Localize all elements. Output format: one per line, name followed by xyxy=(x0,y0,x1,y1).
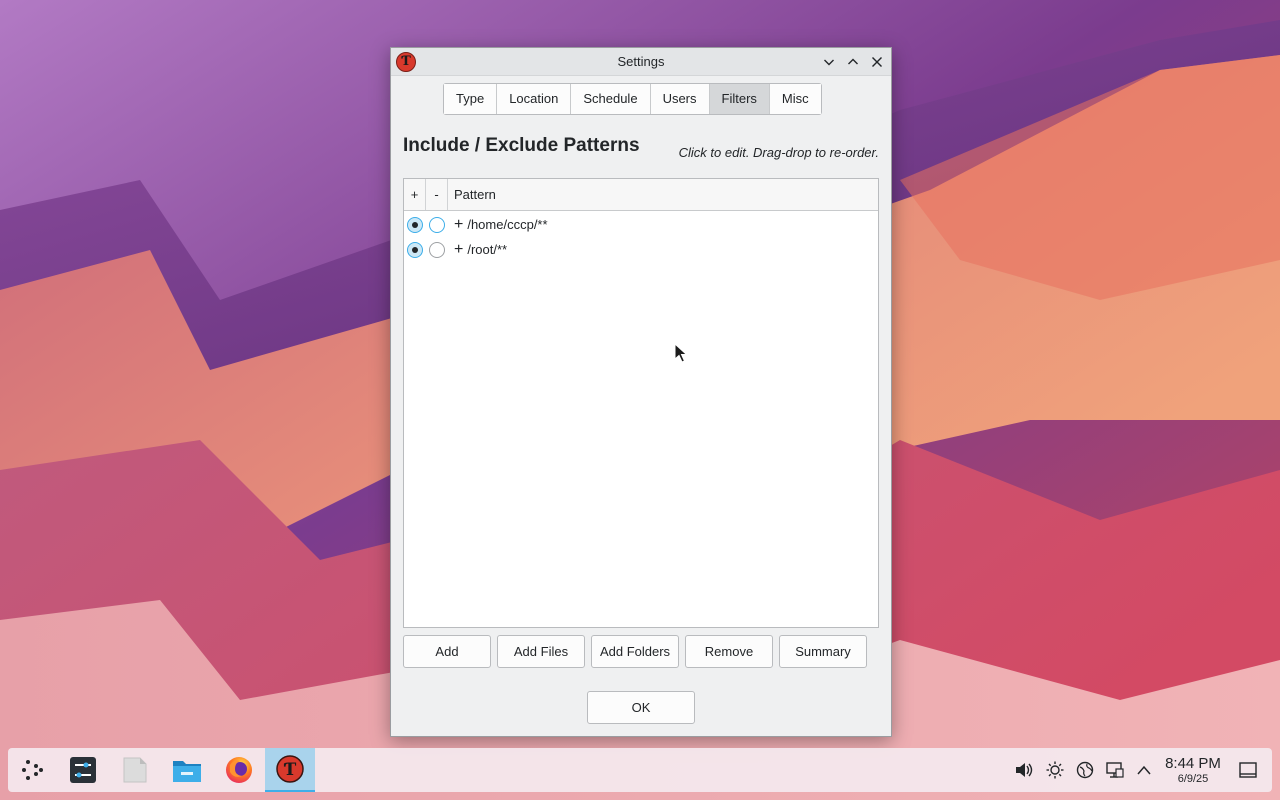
maximize-icon[interactable] xyxy=(843,52,863,72)
clock-time[interactable]: 8:44 PM xyxy=(1162,755,1224,772)
title-bar[interactable]: Ƭ Settings xyxy=(391,48,891,76)
firefox-icon[interactable] xyxy=(214,748,264,792)
pattern-text[interactable]: /home/cccp/** xyxy=(467,217,547,232)
add-button[interactable]: Add xyxy=(403,635,491,668)
remove-button[interactable]: Remove xyxy=(685,635,773,668)
volume-icon[interactable] xyxy=(1014,760,1034,780)
text-editor-icon[interactable] xyxy=(110,748,160,792)
network-icon[interactable] xyxy=(1075,760,1095,780)
exclude-radio[interactable] xyxy=(429,216,445,233)
mouse-cursor-icon xyxy=(674,343,688,363)
taskbar: Ƭ 8:44 PM 6/9/25 xyxy=(8,748,1272,792)
tab-users[interactable]: Users xyxy=(650,84,710,114)
show-desktop-icon[interactable] xyxy=(1238,760,1258,780)
table-row[interactable]: + /home/cccp/** xyxy=(404,212,878,237)
column-header-exclude[interactable]: - xyxy=(426,179,448,210)
backup-app-icon[interactable]: Ƭ xyxy=(265,748,315,792)
add-files-button[interactable]: Add Files xyxy=(497,635,585,668)
tab-type[interactable]: Type xyxy=(444,84,498,114)
pattern-table[interactable]: + - Pattern + /home/cccp/** + /root/** xyxy=(403,178,879,628)
tab-filters[interactable]: Filters xyxy=(709,84,770,114)
table-header: + - Pattern xyxy=(404,179,878,211)
hint-text: Click to edit. Drag-drop to re-order. xyxy=(678,145,879,160)
display-icon[interactable] xyxy=(1105,760,1125,780)
exclude-radio[interactable] xyxy=(429,241,445,258)
add-folders-button[interactable]: Add Folders xyxy=(591,635,679,668)
clock-date[interactable]: 6/9/25 xyxy=(1162,773,1224,785)
close-icon[interactable] xyxy=(867,52,887,72)
window-title: Settings xyxy=(617,54,665,69)
svg-text:Ƭ: Ƭ xyxy=(284,760,297,780)
table-row[interactable]: + /root/** xyxy=(404,237,878,262)
summary-button[interactable]: Summary xyxy=(779,635,867,668)
tab-schedule[interactable]: Schedule xyxy=(571,84,651,114)
brightness-icon[interactable] xyxy=(1045,760,1065,780)
column-header-pattern[interactable]: Pattern xyxy=(448,179,878,210)
settings-window: Ƭ Settings Type Location Schedule Users … xyxy=(390,47,892,737)
launcher-icon[interactable] xyxy=(8,748,58,792)
system-settings-icon[interactable] xyxy=(58,748,108,792)
tab-misc[interactable]: Misc xyxy=(769,84,821,114)
expand-tray-icon[interactable] xyxy=(1134,760,1154,780)
tab-location[interactable]: Location xyxy=(497,84,572,114)
include-radio[interactable] xyxy=(407,241,423,258)
file-manager-icon[interactable] xyxy=(162,748,212,792)
plus-icon: + xyxy=(454,215,464,233)
section-heading: Include / Exclude Patterns xyxy=(403,135,640,156)
pattern-text[interactable]: /root/** xyxy=(467,242,507,257)
plus-icon: + xyxy=(454,240,464,258)
column-header-include[interactable]: + xyxy=(404,179,426,210)
tab-bar: Type Location Schedule Users Filters Mis… xyxy=(443,83,822,115)
include-radio[interactable] xyxy=(407,216,423,233)
minimize-icon[interactable] xyxy=(819,52,839,72)
ok-button[interactable]: OK xyxy=(587,691,695,724)
